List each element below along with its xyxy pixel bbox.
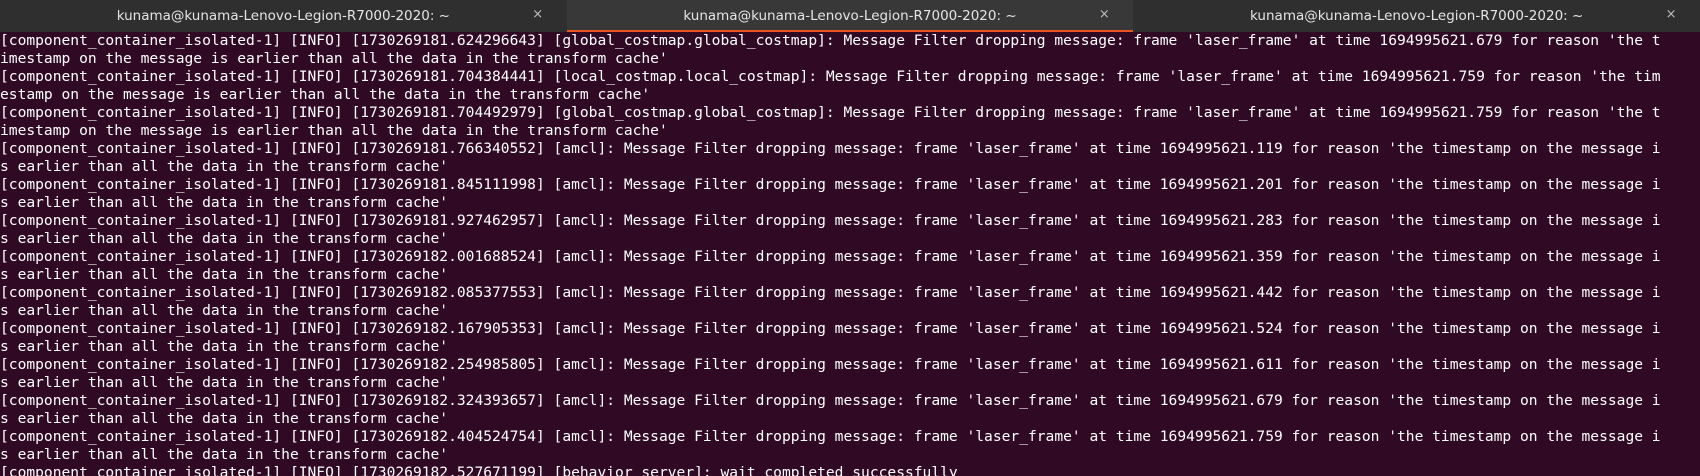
terminal-line: [component_container_isolated-1] [INFO] …: [0, 140, 1661, 157]
terminal-line: s earlier than all the data in the trans…: [0, 266, 449, 283]
terminal-output[interactable]: [component_container_isolated-1] [INFO] …: [0, 32, 1700, 476]
terminal-line: s earlier than all the data in the trans…: [0, 374, 449, 391]
terminal-line: [component_container_isolated-1] [INFO] …: [0, 248, 1661, 265]
tab-title: kunama@kunama-Lenovo-Legion-R7000-2020: …: [116, 8, 450, 24]
close-icon[interactable]: ×: [1664, 8, 1678, 22]
terminal-line: s earlier than all the data in the trans…: [0, 158, 449, 175]
terminal-line: imestamp on the message is earlier than …: [0, 50, 668, 67]
terminal-line: [component_container_isolated-1] [INFO] …: [0, 320, 1661, 337]
terminal-line: [component_container_isolated-1] [INFO] …: [0, 392, 1661, 409]
terminal-line: imestamp on the message is earlier than …: [0, 122, 668, 139]
close-icon[interactable]: ×: [1097, 8, 1111, 22]
tab-terminal-2[interactable]: kunama@kunama-Lenovo-Legion-R7000-2020: …: [566, 0, 1134, 32]
tab-bar: kunama@kunama-Lenovo-Legion-R7000-2020: …: [0, 0, 1700, 33]
terminal-line: [component_container_isolated-1] [INFO] …: [0, 464, 958, 476]
terminal-line: s earlier than all the data in the trans…: [0, 410, 449, 427]
terminal-line: s earlier than all the data in the trans…: [0, 338, 449, 355]
tab-terminal-1[interactable]: kunama@kunama-Lenovo-Legion-R7000-2020: …: [0, 0, 567, 32]
terminal-line: [component_container_isolated-1] [INFO] …: [0, 284, 1661, 301]
terminal-line: s earlier than all the data in the trans…: [0, 194, 449, 211]
terminal-line: [component_container_isolated-1] [INFO] …: [0, 356, 1661, 373]
terminal-line: s earlier than all the data in the trans…: [0, 446, 449, 463]
tab-title: kunama@kunama-Lenovo-Legion-R7000-2020: …: [1250, 8, 1584, 24]
tab-title: kunama@kunama-Lenovo-Legion-R7000-2020: …: [683, 8, 1017, 24]
terminal-line: [component_container_isolated-1] [INFO] …: [0, 212, 1661, 229]
terminal-line: [component_container_isolated-1] [INFO] …: [0, 104, 1661, 121]
tab-terminal-3[interactable]: kunama@kunama-Lenovo-Legion-R7000-2020: …: [1133, 0, 1700, 32]
terminal-line: [component_container_isolated-1] [INFO] …: [0, 176, 1661, 193]
terminal-line: s earlier than all the data in the trans…: [0, 302, 449, 319]
terminal-line: [component_container_isolated-1] [INFO] …: [0, 32, 1661, 49]
terminal-line: s earlier than all the data in the trans…: [0, 230, 449, 247]
terminal-line: [component_container_isolated-1] [INFO] …: [0, 68, 1661, 85]
terminal-line: estamp on the message is earlier than al…: [0, 86, 651, 103]
close-icon[interactable]: ×: [531, 8, 545, 22]
terminal-line: [component_container_isolated-1] [INFO] …: [0, 428, 1661, 445]
